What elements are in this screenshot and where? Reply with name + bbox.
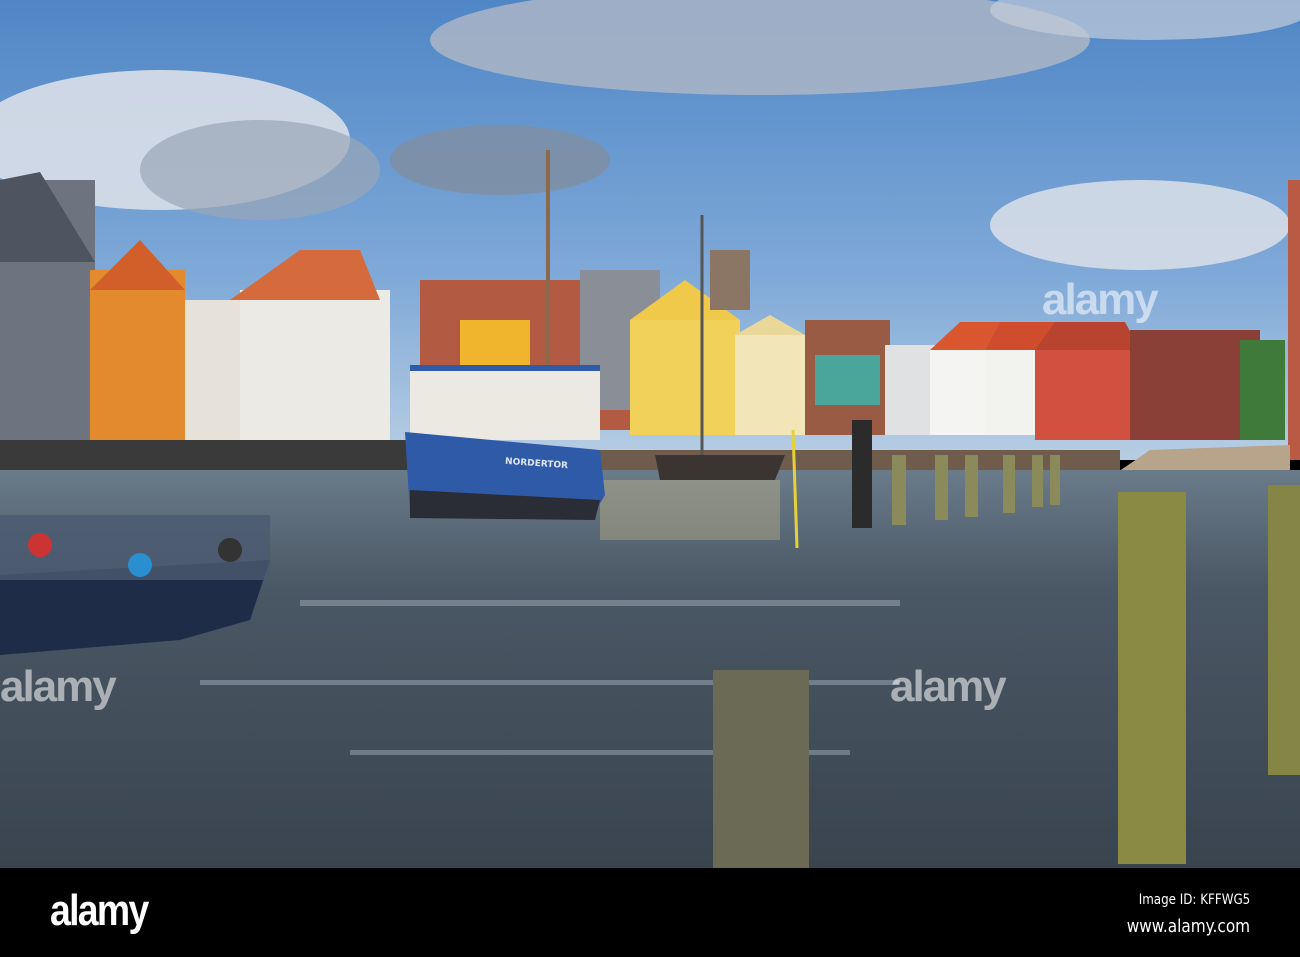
alamy-logo: alamy: [50, 886, 149, 935]
site-url: www.alamy.com: [1126, 916, 1250, 937]
watermark: alamy: [890, 662, 1007, 711]
image-id: Image ID: KFFWG5: [1138, 892, 1250, 908]
watermark: alamy: [0, 662, 117, 711]
stock-photo: NORDERTOR alamy alamy alamy alamy Image …: [0, 0, 1300, 957]
footer-bar: alamy Image ID: KFFWG5 www.alamy.com: [0, 868, 1300, 957]
watermark: alamy: [1042, 275, 1159, 324]
harbour-photo: [0, 0, 1300, 868]
